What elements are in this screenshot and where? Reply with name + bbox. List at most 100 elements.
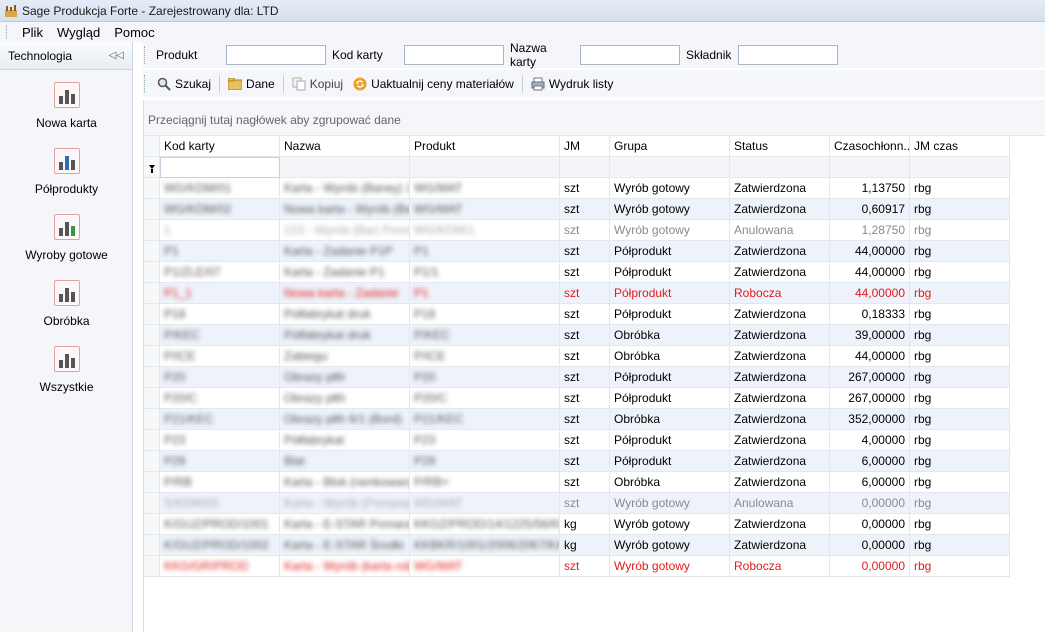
nav-wyroby-gotowe[interactable]: Wyroby gotowe xyxy=(0,202,133,268)
table-row[interactable]: P/ICE Zabiegu P/ICE szt Obróbka Zatwierdzona 4… xyxy=(144,346,1010,367)
table-row[interactable]: P/RB Karta - Blok (ramkowany) P/RB+ szt Obró… xyxy=(144,472,1010,493)
cell-produkt-text: WG/KDM/1 xyxy=(414,223,475,237)
table-row[interactable]: WG/KDM/01 Karta - Wyrób (Barwy) 1 WG/MAT sz… xyxy=(144,178,1010,199)
cell-produkt: WG/MAT xyxy=(410,556,560,577)
row-indicator[interactable] xyxy=(144,451,160,472)
table-row[interactable]: P1_1 Nowa karta - Zadanie P1 szt Półprodukt R… xyxy=(144,283,1010,304)
cell-kod: KKG/GR/PROD xyxy=(160,556,280,577)
nazwa-karty-input[interactable] xyxy=(580,45,680,65)
szukaj-button[interactable]: Szukaj xyxy=(152,73,216,95)
menu-wyglad[interactable]: Wygląd xyxy=(50,25,107,40)
table-row[interactable]: P1/ZLE/07 Karta - Zadanie P1 P1/1 szt Półpro… xyxy=(144,262,1010,283)
row-indicator[interactable] xyxy=(144,388,160,409)
col-jm[interactable]: JM xyxy=(560,136,610,157)
col-grupa[interactable]: Grupa xyxy=(610,136,730,157)
toolbar-grip xyxy=(144,74,147,93)
cell-produkt: P20/C xyxy=(410,388,560,409)
table-row[interactable]: P18 Półfabrykat druk P18 szt Półprodukt Zatwi… xyxy=(144,304,1010,325)
row-indicator[interactable] xyxy=(144,556,160,577)
cell-kod: P21/KEC xyxy=(160,409,280,430)
nav-wszystkie[interactable]: Wszystkie xyxy=(0,334,133,400)
col-jm-czas[interactable]: JM czas xyxy=(910,136,1010,157)
cell-kod-text: P1/ZLE/07 xyxy=(164,265,221,279)
filter-grupa[interactable] xyxy=(610,157,730,178)
cell-status-text: Zatwierdzona xyxy=(734,475,807,489)
col-nazwa[interactable]: Nazwa xyxy=(280,136,410,157)
menu-plik[interactable]: Plik xyxy=(15,25,50,40)
wydruk-listy-button[interactable]: Wydruk listy xyxy=(526,73,619,95)
table-row[interactable]: P1 Karta - Zadanie P1P P1 szt Półprodukt Zatw… xyxy=(144,241,1010,262)
row-indicator[interactable] xyxy=(144,493,160,514)
table-row[interactable]: P23 Półfabrykat P23 szt Półprodukt Zatwierdzo… xyxy=(144,430,1010,451)
row-indicator[interactable] xyxy=(144,262,160,283)
table-row[interactable]: K/GUZ/PROD/1001 Karta - E-STAR Pomara KKGZ… xyxy=(144,514,1010,535)
kod-karty-input[interactable] xyxy=(404,45,504,65)
row-indicator[interactable] xyxy=(144,325,160,346)
table-row[interactable]: KKG/GR/PROD Karta - Wyrób (karta rob) WG/M… xyxy=(144,556,1010,577)
filter-kod-karty[interactable] xyxy=(160,157,280,178)
filter-status[interactable] xyxy=(730,157,830,178)
table-row[interactable]: P/KEC Półfabrykat druk P/KEC szt Obróbka Zatw… xyxy=(144,325,1010,346)
col-kod-karty[interactable]: Kod karty xyxy=(160,136,280,157)
cell-czas: 4,00000 xyxy=(830,430,910,451)
table-row[interactable]: P20 Obrazy płth P20 szt Półprodukt Zatwierdzo… xyxy=(144,367,1010,388)
cell-kod: P18 xyxy=(160,304,280,325)
table-row[interactable]: 1 123 - Wyrób (Bar) Pomar WG/KDM/1 szt Wyrób… xyxy=(144,220,1010,241)
collapse-icon[interactable]: ◁◁ xyxy=(109,50,124,61)
kopiuj-label: Kopiuj xyxy=(309,76,344,91)
nav-polprodukty[interactable]: Półprodukty xyxy=(0,136,133,202)
skladnik-input[interactable] xyxy=(738,45,838,65)
row-indicator[interactable] xyxy=(144,430,160,451)
row-indicator[interactable] xyxy=(144,346,160,367)
cell-jmczas: rbg xyxy=(910,430,1010,451)
table-row[interactable]: P21/KEC Obrazy płth 6/1 (Bord) P21/KEC szt O… xyxy=(144,409,1010,430)
row-indicator[interactable] xyxy=(144,178,160,199)
filter-jm-czas[interactable] xyxy=(910,157,1010,178)
kopiuj-button[interactable]: Kopiuj xyxy=(287,73,348,95)
col-produkt[interactable]: Produkt xyxy=(410,136,560,157)
nav-nowa-karta[interactable]: Nowa karta xyxy=(0,70,133,136)
cell-jm: szt xyxy=(560,493,610,514)
filter-czas[interactable] xyxy=(830,157,910,178)
table-row[interactable]: P20/C Obrazy płth P20/C szt Półprodukt Zatwie… xyxy=(144,388,1010,409)
row-indicator[interactable] xyxy=(144,535,160,556)
row-indicator[interactable] xyxy=(144,199,160,220)
produkt-input[interactable] xyxy=(226,45,326,65)
row-indicator[interactable] xyxy=(144,409,160,430)
row-indicator[interactable] xyxy=(144,241,160,262)
dane-button[interactable]: Dane xyxy=(223,73,280,95)
cell-status: Anulowana xyxy=(730,493,830,514)
menu-pomoc[interactable]: Pomoc xyxy=(107,25,161,40)
cell-czas-text: 0,18333 xyxy=(861,307,905,321)
uaktualnij-ceny-button[interactable]: Uaktualnij ceny materiałów xyxy=(348,73,519,95)
cell-czas: 0,18333 xyxy=(830,304,910,325)
table-row[interactable]: S/KDM/03 Karta - Wyrób (Pomaranc) WG/MAT sz… xyxy=(144,493,1010,514)
row-indicator[interactable] xyxy=(144,367,160,388)
col-czasochlonnosc[interactable]: Czasochłonn... xyxy=(830,136,910,157)
cell-status: Zatwierdzona xyxy=(730,472,830,493)
row-indicator[interactable] xyxy=(144,220,160,241)
row-indicator[interactable] xyxy=(144,304,160,325)
cell-czas: 6,00000 xyxy=(830,451,910,472)
nav-obrobka[interactable]: Obróbka xyxy=(0,268,133,334)
filter-produkt[interactable] xyxy=(410,157,560,178)
row-indicator[interactable] xyxy=(144,514,160,535)
cell-kod-text: P29 xyxy=(164,454,186,468)
cell-status: Zatwierdzona xyxy=(730,304,830,325)
table-row[interactable]: K/GUZ/PROD/1002 Karta - E-STAR Środki KKBK… xyxy=(144,535,1010,556)
group-panel[interactable]: Przeciągnij tutaj nagłówek aby zgrupować… xyxy=(144,100,1045,136)
cell-jm: szt xyxy=(560,262,610,283)
cell-jmczas: rbg xyxy=(910,409,1010,430)
cell-nazwa: Karta - E-STAR Środki xyxy=(280,535,410,556)
row-indicator[interactable] xyxy=(144,283,160,304)
col-status[interactable]: Status xyxy=(730,136,830,157)
cell-czas: 1,28750 xyxy=(830,220,910,241)
filter-jm[interactable] xyxy=(560,157,610,178)
table-row[interactable]: WG/KDM/02 Nowa karta - Wyrób (Bar) WG/MAT s… xyxy=(144,199,1010,220)
filter-nazwa[interactable] xyxy=(280,157,410,178)
cell-produkt: WG/KDM/1 xyxy=(410,220,560,241)
table-row[interactable]: P29 Blat P29 szt Półprodukt Zatwierdzona 6,000… xyxy=(144,451,1010,472)
cell-status: Zatwierdzona xyxy=(730,430,830,451)
cell-nazwa: Karta - Wyrób (Barwy) 1 xyxy=(280,178,410,199)
row-indicator[interactable] xyxy=(144,472,160,493)
